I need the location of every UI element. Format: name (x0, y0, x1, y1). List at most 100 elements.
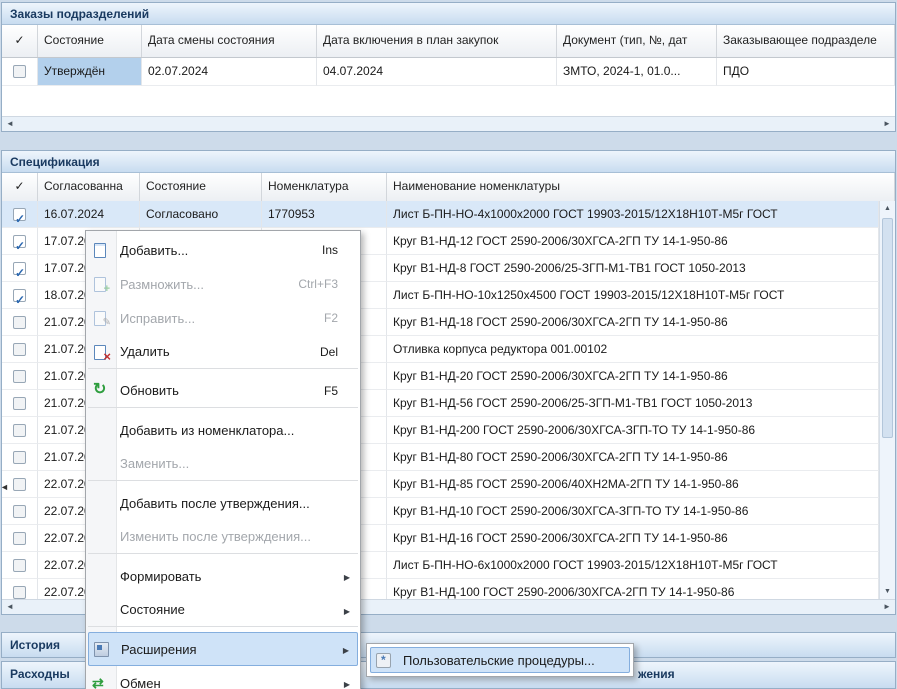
spec-row-check-cell (2, 309, 38, 336)
scroll-down-icon[interactable]: ▼ (880, 584, 895, 599)
menu-item-label: Заменить... (120, 456, 326, 471)
orders-panel-title: Заказы подразделений (2, 3, 895, 25)
context-menu-item[interactable]: Изменить после утверждения... (88, 520, 358, 554)
scroll-left-icon[interactable]: ◄ (2, 117, 18, 131)
context-menu-item[interactable]: Формировать (88, 559, 358, 593)
spec-name-cell: Круг В1-НД-80 ГОСТ 2590-2006/30ХГСА-2ГП … (387, 444, 879, 471)
context-menu: Добавить... Ins Размножить... Ctrl+F3 Ис… (85, 230, 361, 689)
context-menu-item[interactable]: Исправить... F2 (88, 301, 358, 335)
spec-row-check-cell (2, 525, 38, 552)
menu-item-shortcut: Ins (322, 243, 338, 257)
spec-vertical-scrollbar[interactable]: ▲ ▼ (879, 201, 895, 599)
spec-row-checkbox[interactable] (13, 532, 26, 545)
menu-item-icon (90, 529, 112, 545)
spec-row-check-cell (2, 201, 38, 228)
spec-col-nomenclature[interactable]: Номенклатура (262, 173, 387, 201)
spec-row-checkbox[interactable] (13, 397, 26, 410)
scroll-right-icon[interactable]: ► (879, 117, 895, 131)
spec-nomenclature-cell: 1770953 (262, 201, 387, 228)
context-menu-item[interactable]: Добавить после утверждения... (88, 486, 358, 520)
menu-item-icon (90, 495, 112, 511)
menu-item-icon (90, 344, 112, 360)
menu-item-icon (91, 641, 113, 657)
menu-item-shortcut: F5 (324, 384, 338, 398)
scroll-right-icon[interactable]: ► (879, 600, 895, 614)
spec-header-check-icon[interactable]: ✓ (2, 173, 38, 201)
spec-row-checkbox[interactable] (13, 262, 26, 275)
orders-header-check-icon[interactable]: ✓ (2, 25, 38, 57)
context-menu-item[interactable]: Удалить Del (88, 335, 358, 369)
spec-row-check-cell (2, 552, 38, 579)
spec-row-checkbox[interactable] (13, 586, 26, 599)
spec-name-cell: Отливка корпуса редуктора 001.00102 (387, 336, 879, 363)
spec-col-name[interactable]: Наименование номенклатуры (387, 173, 895, 201)
orders-row[interactable]: Утверждён 02.07.2024 04.07.2024 ЗМТО, 20… (2, 58, 895, 86)
orders-col-state[interactable]: Состояние (38, 25, 142, 57)
spec-row-checkbox[interactable] (13, 559, 26, 572)
submenu-item[interactable]: Пользовательские процедуры... (370, 647, 630, 673)
context-menu-item[interactable]: Обновить F5 (88, 374, 358, 408)
spec-panel-title: Спецификация (2, 151, 895, 173)
spec-row[interactable]: 16.07.2024 Согласовано 1770953 Лист Б-ПН… (2, 201, 879, 228)
scroll-up-icon[interactable]: ▲ (880, 201, 895, 216)
spec-state-cell: Согласовано (140, 201, 262, 228)
spec-row-check-cell (2, 498, 38, 525)
spec-row-checkbox[interactable] (13, 343, 26, 356)
spec-row-checkbox[interactable] (13, 316, 26, 329)
context-menu-item[interactable]: Размножить... Ctrl+F3 (88, 267, 358, 301)
context-menu-item[interactable]: Заменить... (88, 447, 358, 481)
spec-row-checkbox[interactable] (13, 370, 26, 383)
context-menu-item[interactable]: Добавить... Ins (88, 233, 358, 267)
expense-panel-title-right: жения (638, 662, 675, 686)
spec-row-checkbox[interactable] (13, 235, 26, 248)
menu-item-label: Удалить (120, 344, 308, 359)
context-menu-item[interactable]: Обмен (88, 666, 358, 689)
spec-row-check-cell (2, 336, 38, 363)
orders-plan-include-date-cell: 04.07.2024 (317, 58, 557, 86)
menu-item-icon (90, 422, 112, 438)
spec-col-agreed-date[interactable]: Согласованна (38, 173, 140, 201)
spec-row-checkbox[interactable] (13, 424, 26, 437)
orders-panel: Заказы подразделений ✓ Состояние Дата см… (1, 2, 896, 132)
orders-horizontal-scrollbar[interactable]: ◄ ► (2, 116, 895, 131)
orders-state-change-date-cell: 02.07.2024 (142, 58, 317, 86)
menu-item-label: Изменить после утверждения... (120, 529, 326, 544)
spec-row-checkbox[interactable] (13, 478, 26, 491)
orders-col-document[interactable]: Документ (тип, №, дат (557, 25, 717, 57)
submenu-item-label: Пользовательские процедуры... (403, 653, 621, 668)
spec-row-checkbox[interactable] (13, 289, 26, 302)
submenu-arrow-icon (338, 603, 350, 617)
context-menu-item[interactable]: Расширения (88, 632, 358, 666)
submenu-arrow-icon (337, 642, 349, 656)
menu-item-label: Обмен (120, 676, 326, 689)
menu-item-icon (90, 456, 112, 472)
orders-row-checkbox[interactable] (13, 65, 26, 78)
submenu-item-icon (374, 652, 396, 668)
spec-row-check-cell (2, 390, 38, 417)
spec-row-check-cell (2, 417, 38, 444)
spec-row-checkbox[interactable] (13, 505, 26, 518)
orders-col-plan-include-date[interactable]: Дата включения в план закупок (317, 25, 557, 57)
orders-col-state-change-date[interactable]: Дата смены состояния (142, 25, 317, 57)
menu-item-icon (90, 310, 112, 326)
orders-table-header: ✓ Состояние Дата смены состояния Дата вк… (2, 25, 895, 58)
spec-name-cell: Лист Б-ПН-НО-6х1000х2000 ГОСТ 19903-2015… (387, 552, 879, 579)
scrollbar-thumb[interactable] (882, 218, 893, 438)
spec-row-check-cell (2, 282, 38, 309)
orders-state-cell: Утверждён (38, 58, 142, 86)
expense-panel-title-left: Расходны (10, 667, 70, 681)
context-menu-item[interactable]: Добавить из номенклатора... (88, 413, 358, 447)
scroll-left-icon[interactable]: ◄ (2, 600, 18, 614)
edge-scroll-left-icon[interactable]: ◄ (0, 482, 9, 492)
spec-col-state[interactable]: Состояние (140, 173, 262, 201)
spec-name-cell: Круг В1-НД-8 ГОСТ 2590-2006/25-ЗГП-М1-ТВ… (387, 255, 879, 282)
spec-row-check-cell (2, 444, 38, 471)
context-menu-item[interactable]: Состояние (88, 593, 358, 627)
spec-row-checkbox[interactable] (13, 208, 26, 221)
menu-item-icon (90, 675, 112, 689)
orders-department-cell: ПДО (717, 58, 895, 86)
orders-col-department[interactable]: Заказывающее подразделе (717, 25, 895, 57)
menu-item-label: Добавить из номенклатора... (120, 423, 326, 438)
menu-item-label: Состояние (120, 602, 326, 617)
spec-row-checkbox[interactable] (13, 451, 26, 464)
